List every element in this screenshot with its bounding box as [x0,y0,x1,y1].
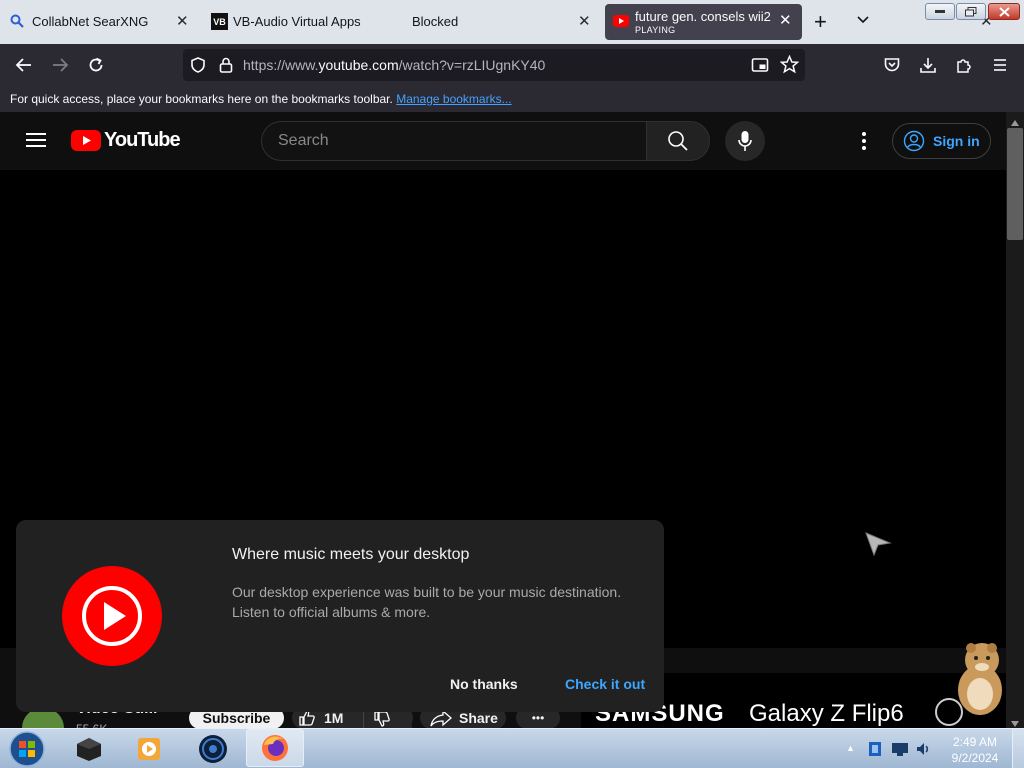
tray-network-app-icon[interactable] [866,741,884,762]
ad-product: Galaxy Z Flip6 [749,700,904,727]
search-icon [668,131,688,151]
reload-icon[interactable] [84,53,108,77]
tab-label: future gen. consels wii2 ps [635,9,773,24]
extensions-icon[interactable] [952,53,976,77]
forward-icon[interactable] [48,53,72,77]
youtube-favicon [613,15,629,30]
url-path: /watch?v=rzLIUgnKY40 [398,57,546,73]
downloads-icon[interactable] [916,53,940,77]
clock-time: 2:49 AM [952,735,998,749]
tray-speaker-icon[interactable] [915,740,933,763]
taskbar-firefox-button[interactable] [246,729,304,767]
bookmark-star-icon[interactable] [779,54,800,79]
tab-strip: CollabNet SearXNG ✕ VB VB-Audio Virtual … [0,0,1024,44]
restore-button[interactable] [956,3,986,20]
tab-playing-label: PLAYING [635,25,676,35]
tab-vb-audio[interactable]: VB VB-Audio Virtual Apps ✕ [201,0,591,44]
youtube-header: YouTube Search Sign in [0,112,1006,170]
lock-icon[interactable] [218,56,234,79]
youtube-wordmark: YouTube [104,129,181,151]
tab-youtube-active[interactable]: future gen. consels wii2 ps PLAYING ✕ [605,4,802,40]
list-all-tabs-icon[interactable] [855,12,871,33]
tab-label: VB-Audio Virtual Apps [233,14,361,29]
scroll-up-icon[interactable] [1010,114,1020,132]
vb-logo-icon: VB [211,13,228,30]
youtube-logo-icon [71,130,101,151]
magnifier-icon [10,14,24,31]
thumbs-down-icon [374,711,390,727]
no-thanks-button[interactable]: No thanks [450,676,518,692]
voice-search-button[interactable] [725,121,765,161]
tab-blocked[interactable]: Blocked ✕ [402,0,993,44]
sign-in-label: Sign in [933,133,980,149]
taskbar-media-player-icon[interactable] [133,733,165,765]
clock-date: 9/2/2024 [951,751,999,765]
back-icon[interactable] [12,53,36,77]
microphone-icon [738,131,752,151]
app-menu-icon[interactable] [988,53,1012,77]
picture-in-picture-icon[interactable] [751,56,769,79]
scrollbar-thumb[interactable] [1007,128,1023,240]
new-tab-button[interactable]: + [814,9,827,35]
window-close-button[interactable] [988,3,1020,20]
check-it-out-button[interactable]: Check it out [565,676,645,692]
tracking-protection-shield-icon[interactable] [189,56,207,79]
dialog-body: Our desktop experience was built to be y… [232,584,622,620]
taskbar-app-black-box-icon[interactable] [73,733,105,765]
address-bar[interactable]: https://www.youtube.com/watch?v=rzLIUgnK… [183,49,805,81]
pocket-icon[interactable] [880,53,904,77]
close-tab-icon[interactable]: ✕ [176,12,189,30]
youtube-music-logo-icon [62,566,162,671]
url-text[interactable]: https://www.youtube.com/watch?v=rzLIUgnK… [243,57,545,73]
tab-collabnet-searxng[interactable]: CollabNet SearXNG ✕ [0,0,200,44]
screen: CollabNet SearXNG ✕ VB VB-Audio Virtual … [0,0,1024,768]
hamburger-menu-icon[interactable] [26,132,46,153]
share-label: Share [459,710,498,726]
system-clock[interactable]: 2:49 AM 9/2/2024 [940,734,1010,766]
like-count: 1M [324,710,344,726]
minimize-button[interactable] [925,3,955,20]
youtube-logo[interactable]: YouTube [71,129,181,152]
taskbar-globe-app-icon[interactable] [197,733,229,765]
windows-taskbar: ▲ 2:49 AM 9/2/2024 [0,728,1024,768]
hamster-mascot-image [946,638,1016,721]
tray-monitor-icon[interactable] [891,741,909,762]
sign-in-button[interactable]: Sign in [892,123,991,159]
mouse-cursor-icon [864,529,892,562]
account-icon [903,130,925,152]
tray-overflow-icon[interactable]: ▲ [846,743,855,753]
search-button[interactable] [646,121,710,161]
start-button[interactable] [8,730,46,768]
bookmarks-prompt: For quick access, place your bookmarks h… [10,92,393,106]
url-host: youtube.com [318,57,399,73]
more-options-icon[interactable] [861,131,867,156]
firefox-icon [262,735,288,761]
tab-label: Blocked [412,14,459,29]
url-prefix: https://www. [243,57,319,73]
youtube-music-promo-dialog: Where music meets your desktop Our deskt… [16,520,664,712]
manage-bookmarks-link[interactable]: Manage bookmarks... [396,92,511,106]
search-input[interactable]: Search [261,121,647,161]
tab-label: CollabNet SearXNG [32,14,149,29]
dialog-title: Where music meets your desktop [232,546,470,563]
close-tab-icon[interactable]: ✕ [779,11,792,29]
bookmarks-toolbar: For quick access, place your bookmarks h… [0,86,1024,112]
show-desktop-button[interactable] [1012,729,1024,768]
